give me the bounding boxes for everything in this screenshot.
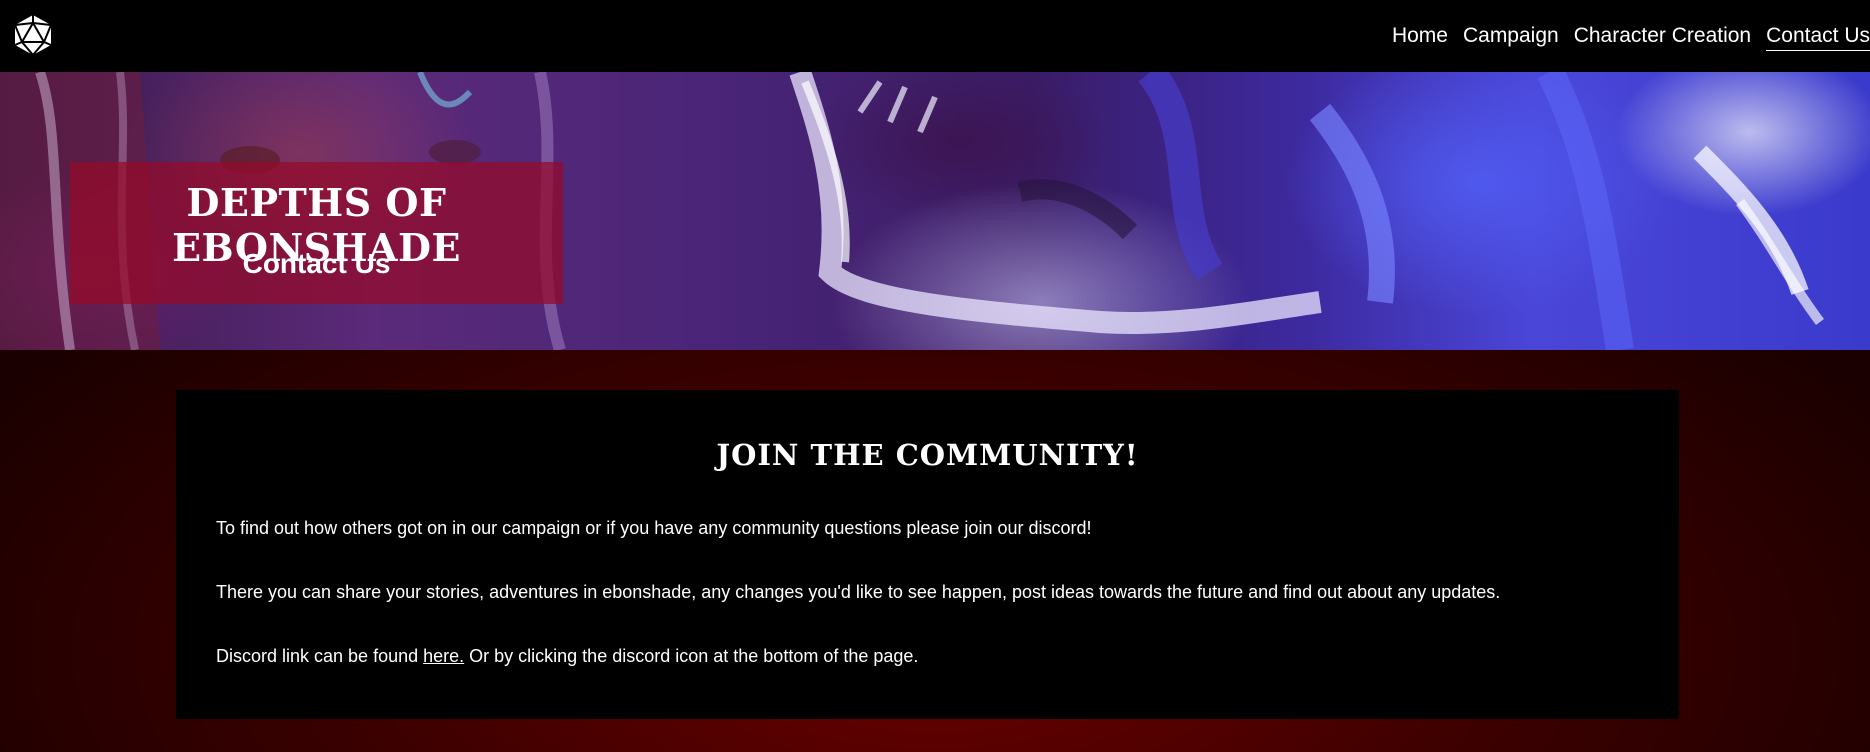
- nav-link-campaign[interactable]: Campaign: [1463, 22, 1559, 51]
- nav-link-home[interactable]: Home: [1392, 22, 1448, 51]
- paragraph-discord-text-before: Discord link can be found: [216, 646, 424, 666]
- paragraph-discord-text-after: Or by clicking the discord icon at the b…: [464, 646, 919, 666]
- page-subtitle: Contact Us: [242, 248, 391, 279]
- nav-link-character-creation[interactable]: Character Creation: [1574, 22, 1751, 51]
- community-card: JOIN THE COMMUNITY! To find out how othe…: [176, 390, 1679, 719]
- discord-link[interactable]: here.: [423, 646, 464, 666]
- nav-link-contact-us[interactable]: Contact Us: [1766, 22, 1870, 51]
- paragraph-intro: To find out how others got on in our cam…: [216, 518, 1092, 538]
- hero-banner: DEPTHS OF EBONSHADE Contact Us: [0, 72, 1870, 350]
- nav-menu: Home Campaign Character Creation Contact…: [1392, 22, 1870, 51]
- paragraph-discord: Discord link can be found here. Or by cl…: [216, 646, 918, 667]
- navbar: Home Campaign Character Creation Contact…: [0, 0, 1870, 72]
- hero-title-box: DEPTHS OF EBONSHADE Contact Us: [70, 162, 563, 304]
- paragraph-details: There you can share your stories, advent…: [216, 582, 1501, 602]
- community-heading: JOIN THE COMMUNITY!: [716, 438, 1139, 472]
- d20-dice-icon[interactable]: [12, 14, 54, 56]
- main-section: JOIN THE COMMUNITY! To find out how othe…: [0, 350, 1870, 752]
